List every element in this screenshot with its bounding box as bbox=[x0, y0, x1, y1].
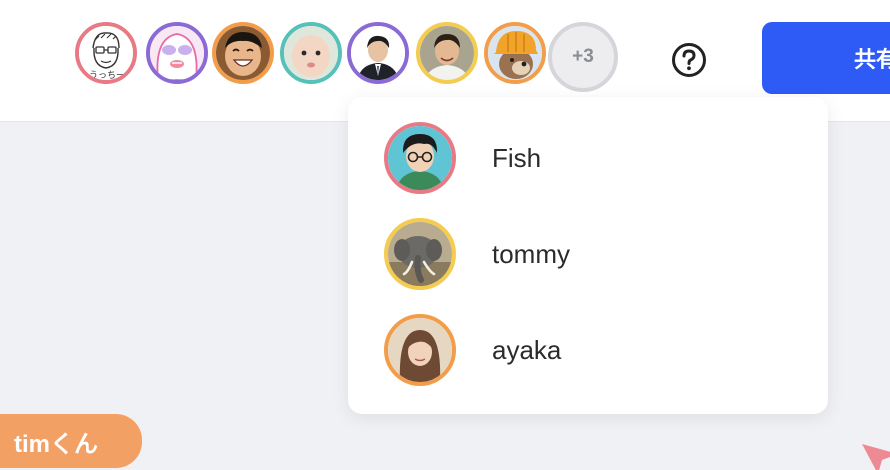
collaborator-avatar[interactable] bbox=[416, 22, 478, 84]
collaborator-avatar[interactable] bbox=[484, 22, 546, 84]
dog-helmet-image bbox=[488, 26, 542, 80]
user-avatar bbox=[384, 314, 456, 386]
user-avatar bbox=[384, 122, 456, 194]
dropdown-user-item[interactable]: tommy bbox=[384, 218, 804, 294]
collaborator-avatar[interactable] bbox=[347, 22, 409, 84]
collaborator-avatar[interactable]: うっちー bbox=[75, 22, 137, 84]
fish-avatar-image bbox=[388, 126, 452, 190]
laughing-man-image bbox=[216, 26, 270, 80]
help-button[interactable] bbox=[670, 41, 708, 79]
ayaka-avatar-image bbox=[388, 318, 452, 382]
user-name: ayaka bbox=[492, 335, 562, 365]
elephant-avatar-image bbox=[388, 222, 452, 286]
smiling-man-image bbox=[420, 26, 474, 80]
man-in-suit-image bbox=[351, 26, 405, 80]
svg-text:うっちー: うっちー bbox=[89, 70, 125, 80]
user-name: tommy bbox=[492, 239, 570, 269]
collaborators-dropdown: Fish tommy ayaka bbox=[348, 97, 828, 414]
dropdown-user-item[interactable]: ayaka bbox=[384, 314, 804, 390]
question-circle-icon bbox=[672, 43, 706, 77]
collaborator-avatar[interactable] bbox=[280, 22, 342, 84]
pink-character-image bbox=[150, 26, 204, 80]
sketch-face-image: うっちー bbox=[79, 26, 133, 80]
dropdown-user-item[interactable]: Fish bbox=[384, 122, 804, 198]
user-avatar bbox=[384, 218, 456, 290]
user-name: Fish bbox=[492, 143, 542, 173]
collaborator-avatar[interactable] bbox=[146, 22, 208, 84]
share-button[interactable]: 共有 bbox=[762, 22, 890, 94]
remote-cursor-icon bbox=[862, 444, 890, 470]
collaborator-avatar[interactable] bbox=[212, 22, 274, 84]
baby-image bbox=[284, 26, 338, 80]
more-collaborators-button[interactable]: +3 bbox=[548, 22, 618, 92]
